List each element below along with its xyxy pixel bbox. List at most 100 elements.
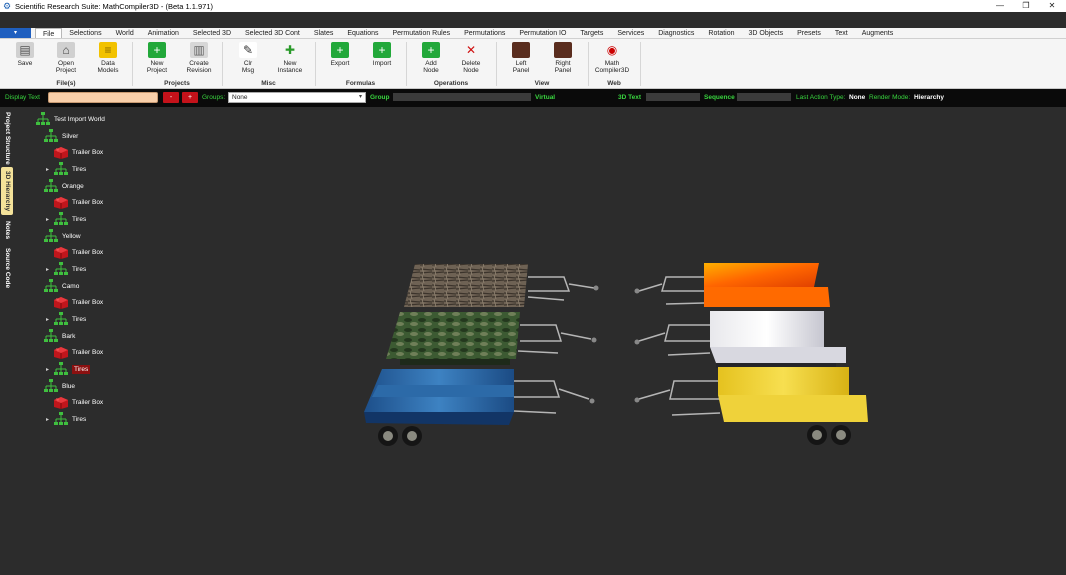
- clrmsg-button[interactable]: ✎ Clr Msg: [230, 42, 266, 74]
- tab-targets[interactable]: Targets: [573, 28, 610, 38]
- tab-slates[interactable]: Slates: [307, 28, 340, 38]
- ribbon-menu-dropdown[interactable]: ▾: [0, 28, 31, 38]
- tree-node-group[interactable]: Orange: [36, 178, 84, 194]
- rightpanel-button[interactable]: Right Panel: [545, 42, 581, 74]
- tree-node-trailer-box[interactable]: Trailer Box: [46, 295, 103, 311]
- tree-node-group[interactable]: Yellow: [36, 228, 81, 244]
- hierarchy-tree: Test Import World Silver Trailer Box ▸ Tires…: [14, 107, 264, 573]
- button-label: Create: [189, 60, 209, 67]
- silver-trailer[interactable]: [634, 311, 847, 368]
- createrev-button[interactable]: ▥ Create Revision: [181, 42, 217, 74]
- blue-trailer[interactable]: [364, 369, 595, 446]
- button-label: Export: [330, 60, 350, 67]
- tab-permutation-rules[interactable]: Permutation Rules: [386, 28, 458, 38]
- tree-node-root[interactable]: Test Import World: [28, 111, 105, 127]
- leftpanel-button[interactable]: Left Panel: [503, 42, 539, 74]
- tab-world[interactable]: World: [109, 28, 141, 38]
- open-button[interactable]: ⌂ Open Project: [48, 42, 84, 74]
- tab-selected-3d-cont[interactable]: Selected 3D Cont: [238, 28, 307, 38]
- tab-file[interactable]: File: [35, 28, 63, 38]
- button-label: New: [150, 60, 164, 67]
- tree-node-tires[interactable]: ▸ Tires: [46, 211, 86, 227]
- expand-arrow-icon[interactable]: ▸: [46, 416, 52, 423]
- hierarchy-node-icon: [53, 262, 69, 276]
- tab-notes[interactable]: Notes: [1, 219, 13, 241]
- ribbon-group-label: Formulas: [345, 80, 376, 87]
- maximize-icon[interactable]: ❐: [1014, 0, 1038, 12]
- expand-arrow-icon[interactable]: ▸: [46, 316, 52, 323]
- export-button[interactable]: + Export: [322, 42, 358, 67]
- tree-node-tires[interactable]: ▸ Tires: [46, 361, 91, 377]
- 3d-scene[interactable]: [264, 107, 1066, 573]
- addnode-button[interactable]: + Add Node: [413, 42, 449, 74]
- tab-equations[interactable]: Equations: [340, 28, 385, 38]
- tree-node-label: Orange: [62, 182, 84, 190]
- tree-node-tires[interactable]: ▸ Tires: [46, 161, 86, 177]
- import-button[interactable]: + Import: [364, 42, 400, 67]
- tab-3d-objects[interactable]: 3D Objects: [742, 28, 791, 38]
- save-button[interactable]: ▤ Save: [7, 42, 43, 67]
- tab-animation[interactable]: Animation: [141, 28, 186, 38]
- orange-trailer[interactable]: [634, 263, 831, 307]
- button-label: Save: [17, 60, 33, 67]
- tree-node-label: Bark: [62, 332, 76, 340]
- tab-diagnostics[interactable]: Diagnostics: [651, 28, 701, 38]
- tab-permutation-io[interactable]: Permutation IO: [512, 28, 573, 38]
- expand-arrow-icon[interactable]: ▸: [46, 216, 52, 223]
- expand-arrow-icon[interactable]: ▸: [46, 166, 52, 173]
- bark-trailer[interactable]: [404, 264, 599, 307]
- close-icon[interactable]: ✕: [1040, 0, 1064, 12]
- tab-rotation[interactable]: Rotation: [701, 28, 741, 38]
- tree-node-group[interactable]: Blue: [36, 378, 75, 394]
- newproj-button[interactable]: + New Project: [139, 42, 175, 74]
- newinst-button[interactable]: ✚ New Instance: [272, 42, 308, 74]
- tree-node-tires[interactable]: ▸ Tires: [46, 311, 86, 327]
- mesh-box-icon: [53, 196, 69, 210]
- tree-node-tires[interactable]: ▸ Tires: [46, 261, 86, 277]
- tree-node-trailer-box[interactable]: Trailer Box: [46, 395, 103, 411]
- tree-node-trailer-box[interactable]: Trailer Box: [46, 195, 103, 211]
- text3d-field[interactable]: [646, 93, 700, 101]
- tree-node-group[interactable]: Camo: [36, 278, 79, 294]
- tree-node-trailer-box[interactable]: Trailer Box: [46, 145, 103, 161]
- yellow-trailer[interactable]: [634, 367, 869, 445]
- mathcompiler-icon: ◉: [603, 42, 621, 58]
- minimize-icon[interactable]: —: [988, 0, 1012, 12]
- tab-source-code[interactable]: Source Code: [1, 247, 13, 289]
- tree-node-label: Trailer Box: [72, 149, 104, 156]
- minus-button[interactable]: -: [163, 92, 179, 103]
- expand-arrow-icon[interactable]: ▸: [46, 266, 52, 273]
- tree-node-tires[interactable]: ▸ Tires: [46, 411, 86, 427]
- button-label: New: [283, 60, 297, 67]
- tab-project-structure[interactable]: Project Structure: [1, 111, 13, 165]
- tab-services[interactable]: Services: [610, 28, 651, 38]
- button-label-line2: Compiler3D: [594, 67, 630, 74]
- delnode-button[interactable]: ✕ Delete Node: [453, 42, 489, 74]
- tab-selected-3d[interactable]: Selected 3D: [186, 28, 238, 38]
- tree-node-group[interactable]: Silver: [36, 128, 78, 144]
- tree-node-trailer-box[interactable]: Trailer Box: [46, 245, 103, 261]
- group-field[interactable]: [393, 93, 531, 101]
- tab-text[interactable]: Text: [828, 28, 855, 38]
- hierarchy-node-icon: [43, 329, 59, 343]
- groups-select[interactable]: None ▾: [228, 92, 366, 103]
- tree-node-trailer-box[interactable]: Trailer Box: [46, 345, 103, 361]
- sequence-field[interactable]: [737, 93, 791, 101]
- plus-button[interactable]: +: [182, 92, 198, 103]
- tab-augments[interactable]: Augments: [855, 28, 901, 38]
- display-text-input[interactable]: [48, 92, 158, 103]
- tab-presets[interactable]: Presets: [790, 28, 828, 38]
- tab-selections[interactable]: Selections: [62, 28, 108, 38]
- tab-permutations[interactable]: Permutations: [457, 28, 512, 38]
- 3d-viewport[interactable]: [264, 107, 1066, 573]
- button-label: Left: [515, 60, 527, 67]
- data-button[interactable]: ≡ Data Models: [90, 42, 126, 74]
- camo-trailer[interactable]: [386, 312, 597, 365]
- mathcomp-button[interactable]: ◉ Math Compiler3D: [594, 42, 630, 74]
- tree-node-group[interactable]: Bark: [36, 328, 75, 344]
- mesh-box-icon: [53, 296, 69, 310]
- tree-node-label: Test Import World: [54, 115, 105, 123]
- tab-3d-hierarchy[interactable]: 3D Hierarchy: [1, 167, 13, 215]
- tree-node-label: Tires: [72, 265, 87, 273]
- expand-arrow-icon[interactable]: ▸: [46, 366, 52, 373]
